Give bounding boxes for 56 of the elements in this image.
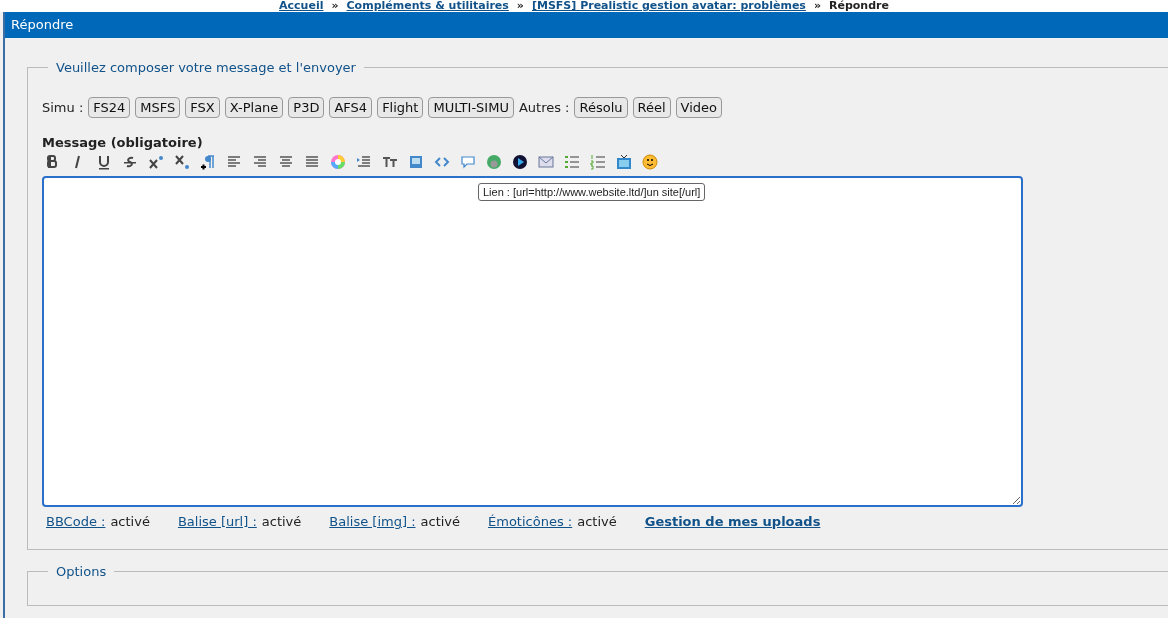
play-icon[interactable] xyxy=(512,154,528,170)
header-bar: Répondre xyxy=(5,12,1168,38)
tag-button[interactable]: MSFS xyxy=(135,97,181,118)
tag-button[interactable]: MULTI-SIMU xyxy=(428,97,514,118)
tag-button[interactable]: P3D xyxy=(288,97,325,118)
tooltip: Lien : [url=http://www.website.ltd/]un site[/url] xyxy=(478,183,706,201)
tag-label: Autres : xyxy=(518,100,570,115)
breadcrumb-link[interactable]: [MSFS] Prealistic gestion avatar: problèmes xyxy=(531,0,806,12)
breadcrumb-separator: » xyxy=(516,0,524,12)
breadcrumb-separator: » xyxy=(331,0,339,12)
status-link[interactable]: Balise [img] : xyxy=(329,514,416,529)
indent-icon[interactable] xyxy=(356,154,372,170)
bullet-list-icon[interactable] xyxy=(564,154,580,170)
numbered-list-icon[interactable] xyxy=(590,154,606,170)
breadcrumb-current: Répondre xyxy=(829,0,889,12)
mail-icon[interactable] xyxy=(538,154,554,170)
tag-button[interactable]: FS24 xyxy=(88,97,131,118)
strikethrough-icon[interactable] xyxy=(122,154,138,170)
font-size-icon[interactable] xyxy=(382,154,398,170)
message-label: Message (obligatoire) xyxy=(42,135,204,150)
tag-button[interactable]: FSX xyxy=(185,97,220,118)
underline-icon[interactable] xyxy=(96,154,112,170)
status-link[interactable]: BBCode : xyxy=(46,514,106,529)
tag-button[interactable]: Video xyxy=(675,97,722,118)
speech-bubble-icon[interactable] xyxy=(460,154,476,170)
breadcrumb-separator: » xyxy=(813,0,821,12)
align-left-icon[interactable] xyxy=(226,154,242,170)
tv-icon[interactable] xyxy=(616,154,632,170)
panel-legend: Veuillez composer votre message et l'envoyer xyxy=(48,60,364,75)
tag-button[interactable]: Flight xyxy=(377,97,424,118)
status-value: activé xyxy=(110,514,150,529)
bold-icon[interactable] xyxy=(44,154,60,170)
subscript-icon[interactable] xyxy=(174,154,190,170)
status-link[interactable]: Émoticônes : xyxy=(488,514,573,529)
status-value: activé xyxy=(420,514,461,529)
smiley-icon[interactable] xyxy=(642,154,658,170)
tag-button[interactable]: X-Plane xyxy=(224,97,284,118)
align-right-icon[interactable] xyxy=(252,154,268,170)
superscript-icon[interactable] xyxy=(148,154,164,170)
tag-label: Simu : xyxy=(42,100,84,115)
image-icon[interactable] xyxy=(408,154,424,170)
align-center-icon[interactable] xyxy=(278,154,294,170)
tag-button[interactable]: Réel xyxy=(632,97,671,118)
status-link[interactable]: Balise [url] : xyxy=(177,514,257,529)
color-wheel-icon[interactable] xyxy=(330,154,346,170)
uploads-link[interactable]: Gestion de mes uploads xyxy=(644,514,821,529)
tag-button[interactable]: AFS4 xyxy=(329,97,373,118)
justify-icon[interactable] xyxy=(304,154,320,170)
status-value: activé xyxy=(261,514,302,529)
breadcrumb-link[interactable]: Accueil xyxy=(279,0,324,12)
message-field[interactable] xyxy=(42,176,1023,507)
status-value: activé xyxy=(577,514,617,529)
breadcrumb-link[interactable]: Compléments & utilitaires xyxy=(346,0,509,12)
panel-legend: Options xyxy=(48,564,115,579)
paragraph-icon[interactable] xyxy=(200,154,216,170)
tag-button[interactable]: Résolu xyxy=(574,97,628,118)
